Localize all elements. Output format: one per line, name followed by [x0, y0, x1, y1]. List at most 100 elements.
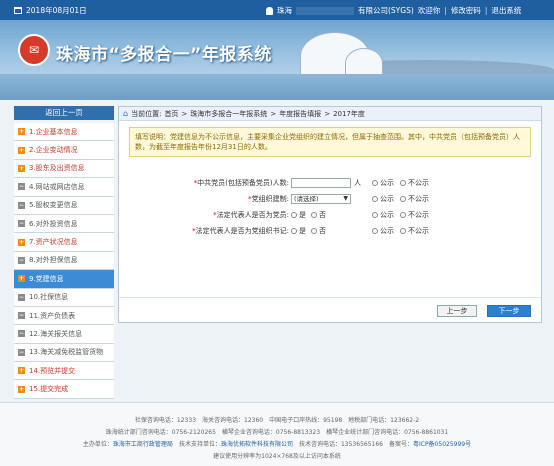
- public-radio[interactable]: 公示: [372, 210, 394, 220]
- private-radio[interactable]: 不公示: [400, 226, 429, 236]
- no-label: 否: [319, 227, 326, 235]
- plus-box-icon: +: [18, 164, 25, 172]
- private-radio[interactable]: 不公示: [400, 178, 429, 188]
- form-row-legal-rep-member: *法定代表人是否为党员: 是 否 公示 不公示: [119, 209, 543, 221]
- user-name-suffix: 有限公司(SYGS): [358, 6, 414, 15]
- sidebar-item[interactable]: −13.海关减免税监管货物: [14, 343, 114, 363]
- tech-support-label: 技术支持单位：: [178, 441, 221, 448]
- top-bar: 2018年08月01日 珠海 有限公司(SYGS) 欢迎你 | 修改密码 | 退…: [0, 0, 554, 20]
- private-label: 不公示: [408, 195, 429, 203]
- calendar-icon: [14, 7, 22, 14]
- footer-line-1: 社保咨询电话：12333 海关咨询电话：12360 中国电子口岸热线：95198…: [134, 417, 420, 424]
- user-icon: [266, 6, 273, 15]
- sidebar-item[interactable]: +9.党建信息: [14, 270, 114, 289]
- public-label: 公示: [380, 227, 394, 235]
- breadcrumb-system[interactable]: 珠海市多报合一年报系统: [190, 109, 267, 119]
- yes-radio[interactable]: 是: [291, 226, 306, 236]
- private-radio[interactable]: 不公示: [400, 194, 429, 204]
- public-radio[interactable]: 公示: [372, 226, 394, 236]
- radio-circle-icon: [291, 212, 297, 218]
- breadcrumb-home[interactable]: 首页: [164, 109, 178, 119]
- icp-link[interactable]: 粤ICP备05025999号: [413, 441, 471, 448]
- change-password-link[interactable]: 修改密码: [451, 5, 481, 16]
- party-members-label-text: 中共党员(包括预备党员)人数:: [197, 179, 289, 187]
- legal-rep-member-label-text: 法定代表人是否为党员:: [216, 211, 289, 219]
- party-members-input[interactable]: [291, 178, 351, 188]
- banner: ✉ 珠海市“多报合一”年报系统: [0, 20, 554, 100]
- public-label: 公示: [380, 179, 394, 187]
- user-name-redacted: [296, 6, 354, 15]
- sidebar-item[interactable]: −5.股权变更信息: [14, 196, 114, 215]
- legal-rep-member-label: *法定代表人是否为党员:: [213, 210, 289, 220]
- minus-box-icon: −: [18, 201, 25, 209]
- footer-line-4: 建议使用分辨率为1024×768及以上访问本系统: [213, 453, 341, 460]
- sidebar-list: +1.企业基本信息 +2.企业变动情况 +3.股东及出资信息 −4.网站或网店信息 −5…: [14, 123, 114, 399]
- form-row-legal-rep-secretary: *法定代表人是否为党组织书记: 是 否 公示 不公示: [119, 225, 543, 237]
- yes-radio[interactable]: 是: [291, 210, 306, 220]
- sidebar-item-label: 5.股权变更信息: [29, 201, 78, 210]
- legal-rep-secretary-label: *法定代表人是否为党组织书记:: [192, 226, 289, 236]
- host-label: 主办单位：: [82, 441, 113, 448]
- breadcrumb-separator: >: [181, 109, 188, 118]
- sidebar-item[interactable]: +14.预览并提交: [14, 362, 114, 381]
- breadcrumb-prefix: 当前位置:: [131, 109, 162, 118]
- sidebar-item[interactable]: +1.企业基本信息: [14, 123, 114, 142]
- logo-icon: ✉: [18, 34, 50, 66]
- sidebar-item[interactable]: +2.企业变动情况: [14, 141, 114, 160]
- public-radio[interactable]: 公示: [372, 178, 394, 188]
- sidebar-item-label: 9.党建信息: [29, 274, 64, 283]
- party-organization-select[interactable]: (请选择) ▼: [291, 194, 351, 204]
- radio-circle-icon: [372, 212, 378, 218]
- banner-sea: [0, 74, 554, 100]
- sidebar-item[interactable]: −12.海关报关信息: [14, 325, 114, 344]
- sidebar-item-label: 14.预览并提交: [29, 366, 76, 375]
- select-value: (请选择): [294, 195, 319, 203]
- minus-box-icon: −: [18, 220, 25, 228]
- plus-box-icon: +: [18, 385, 25, 393]
- host-link[interactable]: 珠海市工商行政管理局: [113, 441, 173, 448]
- tech-support-link[interactable]: 珠海优拓软件科技有限公司: [221, 441, 293, 448]
- back-button[interactable]: 返回上一页: [14, 106, 114, 120]
- no-radio[interactable]: 否: [311, 210, 326, 220]
- sidebar-item[interactable]: −6.对外投资信息: [14, 214, 114, 234]
- plus-box-icon: +: [18, 275, 25, 283]
- breadcrumb-report[interactable]: 年度报告填报: [279, 109, 321, 119]
- date-text: 2018年08月01日: [26, 6, 87, 15]
- separator: |: [484, 6, 488, 15]
- private-radio[interactable]: 不公示: [400, 210, 429, 220]
- sidebar-item-label: 4.网站或网店信息: [29, 182, 85, 191]
- no-radio[interactable]: 否: [311, 226, 326, 236]
- breadcrumb-separator: >: [270, 109, 277, 118]
- logout-link[interactable]: 退出系统: [491, 5, 521, 16]
- unit-label: 人: [354, 179, 361, 187]
- public-radio[interactable]: 公示: [372, 194, 394, 204]
- sidebar-item-label: 3.股东及出资信息: [29, 164, 85, 173]
- radio-circle-icon: [400, 196, 406, 202]
- breadcrumb: ⌂ 当前位置: 首页 > 珠海市多报合一年报系统 > 年度报告填报 > 2017…: [119, 107, 541, 121]
- user-name-prefix: 珠海: [277, 6, 292, 15]
- sidebar-item[interactable]: −11.资产负债表: [14, 306, 114, 326]
- sidebar-item[interactable]: +15.提交完成: [14, 380, 114, 399]
- sidebar-item[interactable]: −4.网站或网店信息: [14, 178, 114, 197]
- footer: 社保咨询电话：12333 海关咨询电话：12360 中国电子口岸热线：95198…: [0, 402, 554, 466]
- sidebar-item[interactable]: −8.对外担保信息: [14, 251, 114, 271]
- legal-rep-secretary-label-text: 法定代表人是否为党组织书记:: [195, 227, 289, 235]
- next-button[interactable]: 下一步: [487, 305, 531, 317]
- public-label: 公示: [380, 195, 394, 203]
- sidebar-item[interactable]: −10.社保信息: [14, 288, 114, 307]
- private-label: 不公示: [408, 179, 429, 187]
- sidebar: 返回上一页 +1.企业基本信息 +2.企业变动情况 +3.股东及出资信息 −4.网站或…: [14, 106, 114, 399]
- minus-box-icon: −: [18, 312, 25, 320]
- radio-circle-icon: [311, 212, 317, 218]
- sidebar-item-label: 7.资产状况信息: [29, 238, 78, 247]
- instruction-note: 填写说明：党建信息为不公示信息，主要采集企业党组织的建立情况，但属于抽查范围。其…: [129, 127, 531, 157]
- sidebar-item-label: 6.对外投资信息: [29, 219, 78, 228]
- sidebar-item-label: 2.企业变动情况: [29, 146, 78, 155]
- main-panel: ⌂ 当前位置: 首页 > 珠海市多报合一年报系统 > 年度报告填报 > 2017…: [118, 106, 542, 323]
- sidebar-item[interactable]: +7.资产状况信息: [14, 233, 114, 252]
- prev-button[interactable]: 上一步: [437, 305, 477, 317]
- sidebar-item[interactable]: +3.股东及出资信息: [14, 159, 114, 179]
- sidebar-item-label: 12.海关报关信息: [29, 329, 83, 338]
- minus-box-icon: −: [18, 293, 25, 301]
- radio-circle-icon: [400, 180, 406, 186]
